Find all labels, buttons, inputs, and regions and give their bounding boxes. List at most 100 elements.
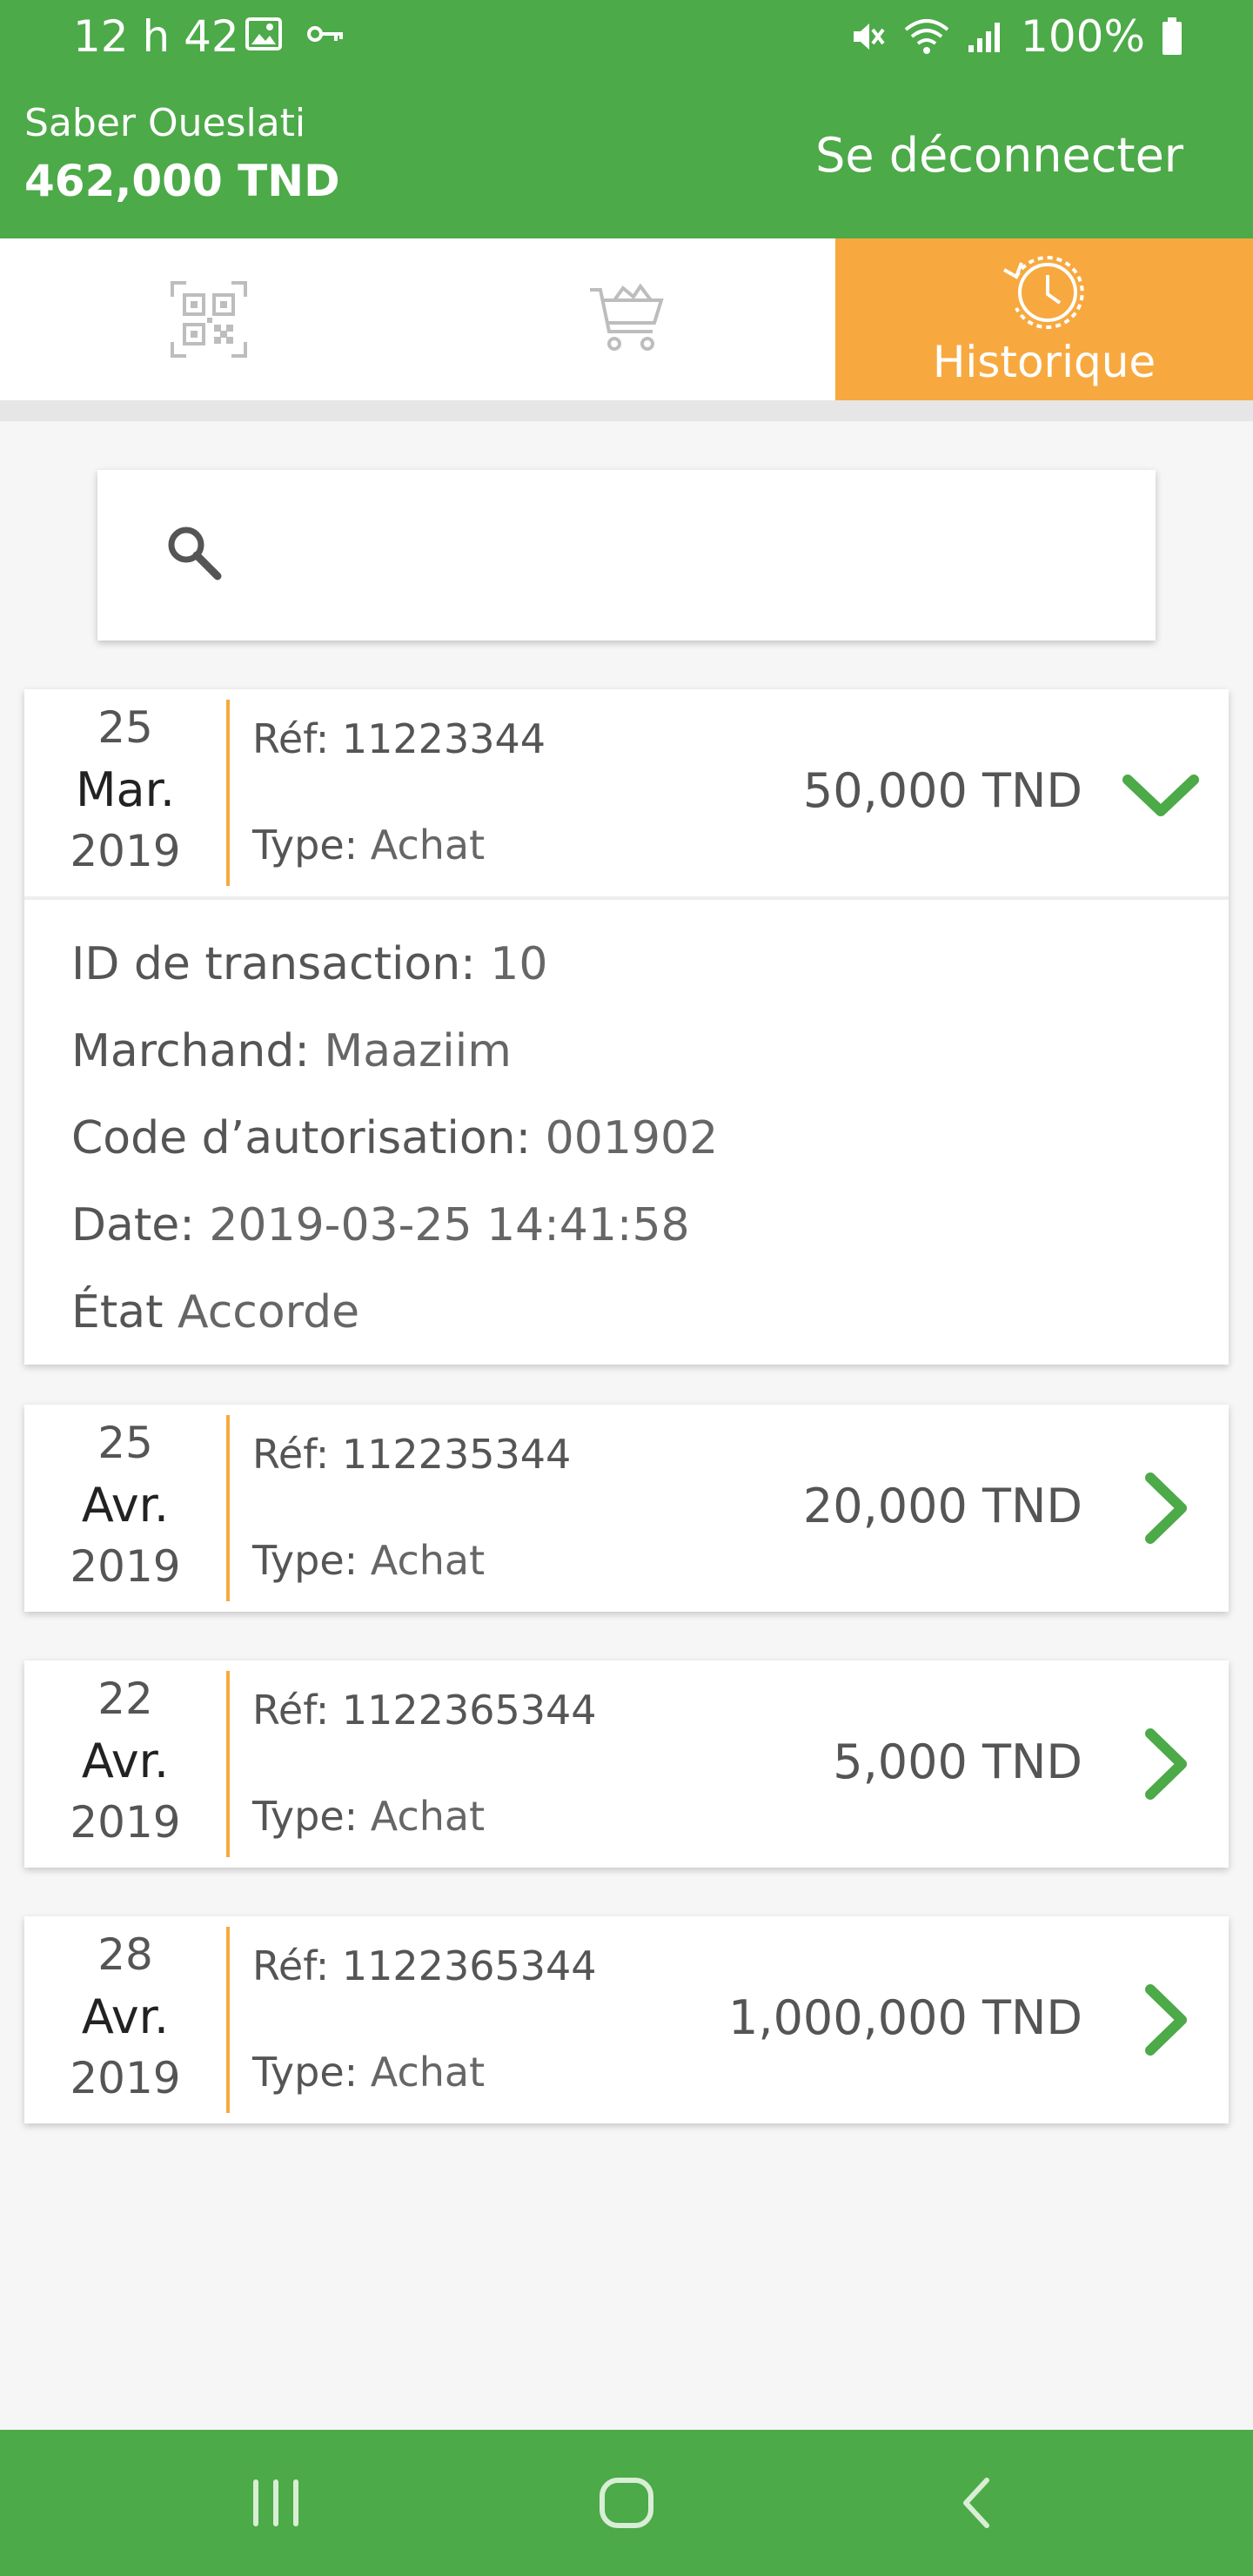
- type-label: Type:: [252, 2049, 358, 2096]
- transaction-card[interactable]: 25 Avr. 2019 Réf: 112235344 Type: Achat …: [24, 1405, 1229, 1612]
- battery-icon: [1163, 17, 1182, 55]
- ref-label: Réf:: [252, 1942, 330, 1989]
- transaction-ref: Réf: 112235344: [252, 1429, 571, 1479]
- detail-transaction-id: ID de transaction: 10: [71, 921, 1229, 1008]
- detail-state: État Accorde: [71, 1269, 1229, 1356]
- signal-icon: [968, 23, 1001, 52]
- transaction-date: 25 Mar. 2019: [24, 689, 226, 896]
- detail-auth-code: Code d’autorisation: 001902: [71, 1095, 1229, 1182]
- tab-cart[interactable]: [418, 238, 835, 400]
- transaction-date: 28 Avr. 2019: [24, 1916, 226, 2123]
- ref-label: Réf:: [252, 1431, 330, 1478]
- app-header: Saber Oueslati 462,000 TND Se déconnecte…: [0, 78, 1253, 238]
- qr-code-icon: [171, 281, 247, 358]
- detail-date: Date: 2019-03-25 14:41:58: [71, 1182, 1229, 1269]
- type-value: Achat: [370, 1793, 486, 1840]
- back-icon[interactable]: [950, 2468, 1002, 2538]
- transaction-date: 22 Avr. 2019: [24, 1660, 226, 1868]
- detail-merchant: Marchand: Maaziim: [71, 1008, 1229, 1095]
- detail-label: Code d’autorisation:: [71, 1112, 532, 1164]
- type-value: Achat: [370, 822, 486, 869]
- type-value: Achat: [370, 1537, 486, 1584]
- search-box: [97, 470, 1156, 641]
- transaction-type: Type: Achat: [252, 820, 485, 870]
- home-icon[interactable]: [593, 2468, 660, 2538]
- cart-icon: [590, 283, 664, 351]
- history-icon: [1003, 256, 1084, 329]
- transaction-header[interactable]: 25 Mar. 2019 Réf: 11223344 Type: Achat 5…: [24, 689, 1229, 896]
- status-bar: 12 h 42 100%: [0, 0, 1253, 78]
- chevron-down-icon[interactable]: [1119, 754, 1203, 832]
- date-month: Avr.: [81, 1478, 170, 1533]
- tab-qr-code[interactable]: [0, 238, 418, 400]
- divider: [226, 700, 230, 886]
- transaction-amount: 5,000 TND: [833, 1734, 1082, 1789]
- ref-value: 112235344: [341, 1431, 572, 1478]
- tab-history-label: Historique: [932, 337, 1156, 387]
- date-day: 25: [97, 702, 153, 753]
- date-month: Mar.: [75, 762, 176, 817]
- ref-label: Réf:: [252, 1687, 330, 1734]
- transaction-header[interactable]: 25 Avr. 2019 Réf: 112235344 Type: Achat …: [24, 1405, 1229, 1612]
- transaction-header[interactable]: 28 Avr. 2019 Réf: 1122365344 Type: Achat…: [24, 1916, 1229, 2123]
- status-time: 12 h 42: [73, 11, 239, 62]
- date-year: 2019: [70, 2053, 181, 2103]
- detail-value: 10: [490, 938, 548, 990]
- date-day: 28: [97, 1929, 153, 1980]
- detail-label: ID de transaction:: [71, 938, 476, 990]
- date-year: 2019: [70, 1541, 181, 1592]
- ref-label: Réf:: [252, 715, 330, 762]
- date-year: 2019: [70, 826, 181, 876]
- type-value: Achat: [370, 2049, 486, 2096]
- detail-value: Accorde: [178, 1286, 360, 1338]
- transaction-card[interactable]: 22 Avr. 2019 Réf: 1122365344 Type: Achat…: [24, 1660, 1229, 1868]
- date-day: 22: [97, 1674, 153, 1724]
- tab-bar: Historique: [0, 238, 1253, 421]
- system-nav-bar: [0, 2430, 1253, 2576]
- detail-value: 2019-03-25 14:41:58: [209, 1199, 690, 1251]
- transaction-card: 25 Mar. 2019 Réf: 11223344 Type: Achat 5…: [24, 689, 1229, 1365]
- account-balance: 462,000 TND: [24, 156, 340, 206]
- transaction-ref: Réf: 11223344: [252, 714, 546, 764]
- transaction-ref: Réf: 1122365344: [252, 1685, 597, 1735]
- transaction-card[interactable]: 28 Avr. 2019 Réf: 1122365344 Type: Achat…: [24, 1916, 1229, 2123]
- wifi-icon: [904, 19, 949, 54]
- transaction-amount: 20,000 TND: [802, 1479, 1082, 1533]
- transaction-details: ID de transaction: 10 Marchand: Maaziim …: [24, 896, 1229, 1365]
- date-year: 2019: [70, 1797, 181, 1848]
- transaction-amount: 50,000 TND: [802, 763, 1082, 818]
- transaction-type: Type: Achat: [252, 2047, 485, 2097]
- search-input[interactable]: [245, 512, 1102, 600]
- ref-value: 11223344: [341, 715, 546, 762]
- transaction-date: 25 Avr. 2019: [24, 1405, 226, 1612]
- type-label: Type:: [252, 1793, 358, 1840]
- mute-icon: [854, 23, 885, 50]
- ref-value: 1122365344: [341, 1687, 597, 1734]
- detail-label: État: [71, 1286, 164, 1338]
- type-label: Type:: [252, 1537, 358, 1584]
- image-icon: [245, 17, 282, 50]
- type-label: Type:: [252, 822, 358, 869]
- divider: [226, 1927, 230, 2113]
- transaction-type: Type: Achat: [252, 1535, 485, 1586]
- detail-value: Maaziim: [324, 1025, 512, 1077]
- recent-apps-icon[interactable]: [247, 2468, 305, 2538]
- key-icon: [307, 26, 343, 42]
- divider: [226, 1671, 230, 1857]
- user-name: Saber Oueslati: [24, 101, 306, 145]
- date-month: Avr.: [81, 1734, 170, 1788]
- divider: [226, 1415, 230, 1601]
- tab-history[interactable]: Historique: [835, 238, 1253, 400]
- detail-label: Marchand:: [71, 1025, 310, 1077]
- transaction-header[interactable]: 22 Avr. 2019 Réf: 1122365344 Type: Achat…: [24, 1660, 1229, 1868]
- transaction-type: Type: Achat: [252, 1791, 485, 1841]
- logout-button[interactable]: Se déconnecter: [815, 125, 1183, 186]
- chevron-right-icon[interactable]: [1119, 1469, 1203, 1547]
- battery-percent: 100%: [1021, 11, 1145, 62]
- search-icon: [168, 527, 222, 580]
- date-day: 25: [97, 1418, 153, 1468]
- chevron-right-icon[interactable]: [1119, 1725, 1203, 1803]
- ref-value: 1122365344: [341, 1942, 597, 1989]
- chevron-right-icon[interactable]: [1119, 1981, 1203, 2059]
- transaction-amount: 1,000,000 TND: [728, 1990, 1082, 2045]
